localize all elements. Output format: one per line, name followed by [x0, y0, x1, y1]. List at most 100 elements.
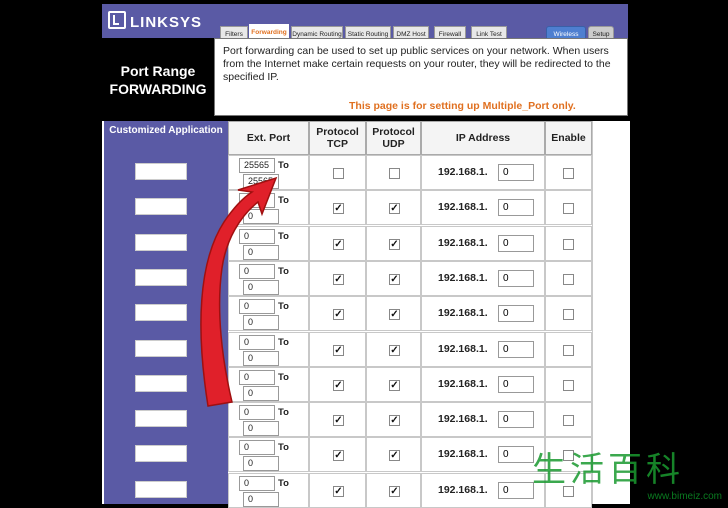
udp-checkbox[interactable]: ✓	[389, 239, 400, 250]
ip-last-octet-input[interactable]: 0	[498, 305, 534, 322]
ip-cell: 192.168.1. 0	[421, 155, 545, 190]
end-port-input[interactable]: 0	[243, 456, 279, 471]
start-port-input[interactable]: 0	[239, 335, 275, 350]
end-port-input[interactable]: 0	[243, 280, 279, 295]
enable-checkbox[interactable]	[563, 415, 574, 426]
start-port-input[interactable]: 0	[239, 405, 275, 420]
ip-prefix: 192.168.1.	[438, 201, 488, 213]
enable-checkbox[interactable]	[563, 168, 574, 179]
logo-text: LINKSYS	[130, 14, 203, 31]
enable-checkbox[interactable]	[563, 380, 574, 391]
tcp-checkbox[interactable]: ✓	[333, 239, 344, 250]
tcp-checkbox[interactable]: ✓	[333, 486, 344, 497]
udp-cell: ✓	[366, 473, 421, 508]
start-port-input[interactable]: 0	[239, 229, 275, 244]
to-label: To	[278, 407, 289, 418]
multiple-port-note: This page is for setting up Multiple_Por…	[349, 100, 576, 112]
udp-checkbox[interactable]: ✓	[389, 486, 400, 497]
table-row: 0 To 0 ✓ ✓ 192.168.1. 0	[104, 261, 628, 296]
end-port-input[interactable]: 0	[243, 245, 279, 260]
udp-checkbox[interactable]: ✓	[389, 274, 400, 285]
udp-cell: ✓	[366, 332, 421, 367]
ip-cell: 192.168.1. 0	[421, 296, 545, 331]
application-name-input[interactable]	[135, 198, 187, 215]
application-name-input[interactable]	[135, 234, 187, 251]
ip-last-octet-input[interactable]: 0	[498, 199, 534, 216]
udp-checkbox[interactable]: ✓	[389, 345, 400, 356]
enable-cell	[545, 226, 592, 261]
table-row: 0 To 0 ✓ ✓ 192.168.1. 0	[104, 190, 628, 225]
start-port-input[interactable]: 0	[239, 193, 275, 208]
udp-checkbox[interactable]: ✓	[389, 309, 400, 320]
application-name-input[interactable]	[135, 340, 187, 357]
watermark-url: www.bimeiz.com	[647, 491, 722, 502]
udp-checkbox[interactable]: ✓	[389, 380, 400, 391]
application-name-input[interactable]	[135, 410, 187, 427]
to-label: To	[278, 478, 289, 489]
tcp-checkbox[interactable]: ✓	[333, 450, 344, 461]
table-row: 0 To 0 ✓ ✓ 192.168.1. 0	[104, 367, 628, 402]
end-port-input[interactable]: 0	[243, 209, 279, 224]
enable-checkbox[interactable]	[563, 239, 574, 250]
header-ip-address: IP Address	[421, 121, 545, 155]
end-port-input[interactable]: 0	[243, 421, 279, 436]
ip-last-octet-input[interactable]: 0	[498, 235, 534, 252]
ext-port-cell: 0 To 0	[228, 367, 309, 402]
start-port-input[interactable]: 0	[239, 476, 275, 491]
start-port-input[interactable]: 0	[239, 299, 275, 314]
application-name-input[interactable]	[135, 269, 187, 286]
ip-last-octet-input[interactable]: 0	[498, 164, 534, 181]
end-port-input[interactable]: 0	[243, 351, 279, 366]
udp-checkbox[interactable]: ✓	[389, 450, 400, 461]
header-customized-application: Customized Application	[104, 121, 228, 155]
header-protocol-tcp: Protocol TCP	[309, 121, 366, 155]
tcp-checkbox[interactable]: ✓	[333, 203, 344, 214]
page-title-line2: FORWARDING	[109, 81, 207, 97]
end-port-input[interactable]: 0	[243, 386, 279, 401]
tcp-cell: ✓	[309, 261, 366, 296]
start-port-input[interactable]: 0	[239, 440, 275, 455]
application-name-input[interactable]	[135, 445, 187, 462]
ip-cell: 192.168.1. 0	[421, 367, 545, 402]
udp-checkbox[interactable]	[389, 168, 400, 179]
enable-checkbox[interactable]	[563, 345, 574, 356]
tcp-checkbox[interactable]: ✓	[333, 345, 344, 356]
tcp-checkbox[interactable]: ✓	[333, 415, 344, 426]
tcp-checkbox[interactable]: ✓	[333, 309, 344, 320]
start-port-input[interactable]: 25565	[239, 158, 275, 173]
tcp-checkbox[interactable]: ✓	[333, 274, 344, 285]
ip-prefix: 192.168.1.	[438, 166, 488, 178]
ip-cell: 192.168.1. 0	[421, 402, 545, 437]
udp-cell: ✓	[366, 367, 421, 402]
linksys-logo: LINKSYS	[108, 11, 202, 31]
end-port-input[interactable]: 0	[243, 315, 279, 330]
enable-checkbox[interactable]	[563, 309, 574, 320]
tcp-checkbox[interactable]: ✓	[333, 380, 344, 391]
udp-checkbox[interactable]: ✓	[389, 415, 400, 426]
ip-last-octet-input[interactable]: 0	[498, 376, 534, 393]
to-label: To	[278, 372, 289, 383]
tcp-checkbox[interactable]	[333, 168, 344, 179]
ip-last-octet-input[interactable]: 0	[498, 411, 534, 428]
udp-checkbox[interactable]: ✓	[389, 203, 400, 214]
application-name-input[interactable]	[135, 375, 187, 392]
application-name-input[interactable]	[135, 304, 187, 321]
ip-last-octet-input[interactable]: 0	[498, 270, 534, 287]
page-title: Port Range FORWARDING	[102, 62, 214, 98]
header-ext-port: Ext. Port	[228, 121, 309, 155]
application-name-input[interactable]	[135, 163, 187, 180]
ip-prefix: 192.168.1.	[438, 343, 488, 355]
tcp-cell: ✓	[309, 296, 366, 331]
enable-checkbox[interactable]	[563, 274, 574, 285]
ip-cell: 192.168.1. 0	[421, 261, 545, 296]
end-port-input[interactable]: 25565	[243, 174, 279, 189]
ip-last-octet-input[interactable]: 0	[498, 341, 534, 358]
start-port-input[interactable]: 0	[239, 370, 275, 385]
tcp-cell: ✓	[309, 332, 366, 367]
enable-checkbox[interactable]	[563, 203, 574, 214]
start-port-input[interactable]: 0	[239, 264, 275, 279]
application-name-input[interactable]	[135, 481, 187, 498]
end-port-input[interactable]: 0	[243, 492, 279, 507]
udp-cell: ✓	[366, 226, 421, 261]
watermark-glyphs: 生活百科	[532, 450, 684, 490]
